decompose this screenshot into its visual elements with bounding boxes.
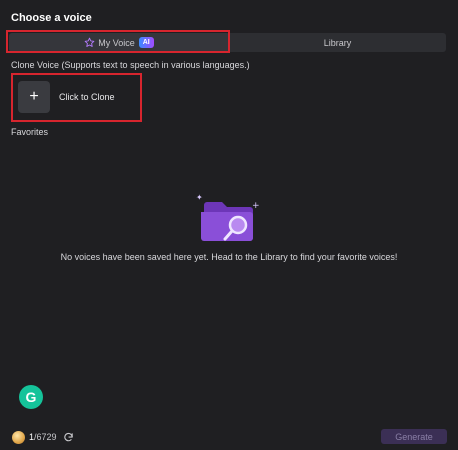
- tab-library-label: Library: [323, 37, 352, 48]
- refresh-icon[interactable]: [63, 432, 74, 443]
- clone-voice-label: Clone Voice (Supports text to speech in …: [11, 60, 250, 70]
- credits-counter: 1 /6729: [12, 430, 74, 444]
- favorites-label: Favorites: [11, 127, 49, 137]
- empty-folder-icon: ✦ +: [196, 193, 260, 241]
- svg-text:+: +: [252, 201, 260, 211]
- highlight-box-tabs: [6, 30, 230, 53]
- coin-icon: [12, 430, 25, 444]
- grammarly-icon[interactable]: G: [18, 384, 44, 410]
- svg-text:✦: ✦: [196, 193, 203, 202]
- generate-button[interactable]: Generate: [381, 429, 447, 444]
- empty-favorites-message: No voices have been saved here yet. Head…: [60, 252, 398, 262]
- credits-total: /6729: [34, 432, 57, 442]
- highlight-box-clone: [11, 73, 142, 122]
- tab-library[interactable]: Library: [229, 33, 446, 52]
- page-title: Choose a voice: [11, 12, 92, 24]
- svg-text:G: G: [26, 389, 37, 405]
